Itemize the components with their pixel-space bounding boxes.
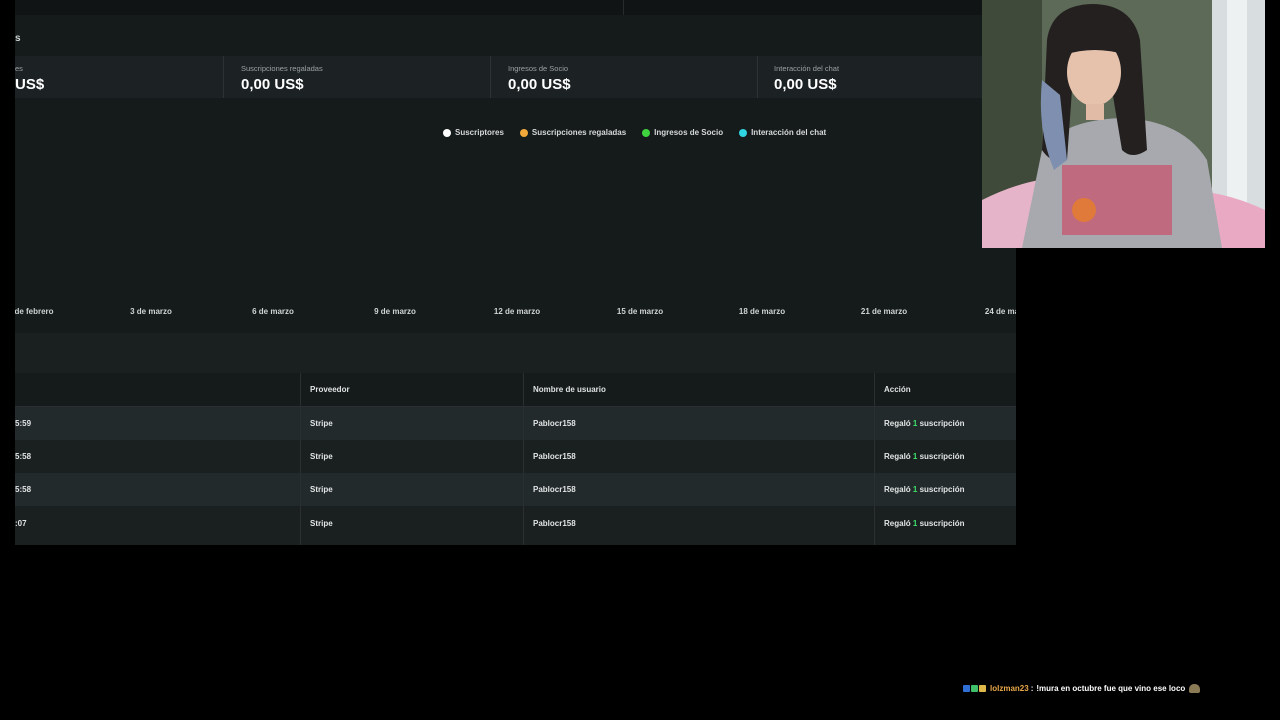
cell-provider: Stripe bbox=[310, 519, 333, 528]
stat-value: 0,00 US$ bbox=[241, 76, 304, 93]
cell-username[interactable]: Pablocr158 bbox=[533, 519, 576, 528]
revenue-dashboard: s es US$ Suscripciones regaladas 0,00 US… bbox=[15, 0, 1016, 545]
cell-time: 5:59 bbox=[15, 419, 32, 428]
x-tick-label: 3 de marzo bbox=[130, 307, 172, 316]
cell-provider: Stripe bbox=[310, 485, 333, 494]
legend-label: Suscripciones regaladas bbox=[531, 128, 627, 137]
section-title: s bbox=[15, 33, 21, 44]
stat-label: Ingresos de Socio bbox=[508, 64, 569, 73]
stats-summary-bar: es US$ Suscripciones regaladas 0,00 US$ … bbox=[15, 56, 1016, 98]
x-tick-label: de febrero bbox=[15, 307, 54, 316]
cell-action: Regaló 1 suscripción bbox=[884, 452, 965, 461]
stream-chat-message: lolzman23 : !mura en octubre fue que vin… bbox=[963, 684, 1201, 693]
chat-username[interactable]: lolzman23 bbox=[990, 684, 1029, 693]
legend-dot-icon bbox=[519, 128, 528, 137]
webcam-overlay bbox=[982, 0, 1265, 248]
badge-icon bbox=[971, 685, 978, 692]
action-verb: Regaló bbox=[884, 485, 911, 494]
cell-action: Regaló 1 suscripción bbox=[884, 419, 965, 428]
badge-icon bbox=[963, 685, 970, 692]
stat-value: 0,00 US$ bbox=[774, 76, 837, 93]
cell-action: Regaló 1 suscripción bbox=[884, 485, 965, 494]
action-count: 1 bbox=[912, 452, 918, 461]
x-tick-label: 6 de marzo bbox=[252, 307, 294, 316]
stat-value: US$ bbox=[15, 76, 45, 93]
webcam-feed-image bbox=[982, 0, 1265, 248]
snail-emote-icon bbox=[1189, 684, 1201, 693]
chart-legend: Suscriptores Suscripciones regaladas Ing… bbox=[443, 128, 842, 137]
legend-item-gifted[interactable]: Suscripciones regaladas bbox=[519, 128, 627, 137]
action-count: 1 bbox=[912, 485, 918, 494]
legend-item-subscribers[interactable]: Suscriptores bbox=[443, 128, 504, 137]
legend-label: Suscriptores bbox=[455, 128, 504, 137]
x-tick-label: 9 de marzo bbox=[374, 307, 416, 316]
x-tick-label: 15 de marzo bbox=[616, 307, 664, 316]
action-count: 1 bbox=[912, 519, 918, 528]
x-tick-label: 12 de marzo bbox=[493, 307, 541, 316]
column-divider bbox=[874, 373, 875, 545]
table-row[interactable]: :07 Stripe Pablocr158 Regaló 1 suscripci… bbox=[15, 507, 1016, 540]
stat-partner-revenue[interactable]: Ingresos de Socio 0,00 US$ bbox=[491, 56, 757, 98]
cell-username[interactable]: Pablocr158 bbox=[533, 485, 576, 494]
chat-separator: : bbox=[1030, 684, 1034, 693]
action-object: suscripción bbox=[919, 519, 965, 528]
column-divider bbox=[300, 373, 301, 545]
cell-provider: Stripe bbox=[310, 419, 333, 428]
action-object: suscripción bbox=[919, 485, 965, 494]
stat-label: es bbox=[15, 64, 23, 73]
legend-label: Ingresos de Socio bbox=[654, 128, 724, 137]
column-header-provider[interactable]: Proveedor bbox=[310, 385, 350, 394]
action-verb: Regaló bbox=[884, 452, 911, 461]
legend-dot-icon bbox=[443, 128, 451, 137]
divider bbox=[623, 0, 624, 15]
cell-time: 5:58 bbox=[15, 485, 32, 494]
action-count: 1 bbox=[912, 419, 918, 428]
action-verb: Regaló bbox=[884, 419, 911, 428]
cell-time: :07 bbox=[15, 519, 27, 528]
cell-action: Regaló 1 suscripción bbox=[884, 519, 965, 528]
action-object: suscripción bbox=[919, 419, 965, 428]
table-header: Proveedor Nombre de usuario Acción bbox=[15, 373, 1016, 407]
table-row[interactable]: 5:58 Stripe Pablocr158 Regaló 1 suscripc… bbox=[15, 440, 1016, 473]
cell-provider: Stripe bbox=[310, 452, 333, 461]
action-verb: Regaló bbox=[884, 519, 911, 528]
legend-item-partner[interactable]: Ingresos de Socio bbox=[642, 128, 723, 137]
stat-chat-interaction[interactable]: Interacción del chat 0,00 US$ bbox=[758, 56, 1016, 98]
badge-icon bbox=[979, 685, 986, 692]
stat-label: Interacción del chat bbox=[774, 64, 840, 73]
legend-label: Interacción del chat bbox=[751, 128, 827, 137]
dashboard-top-bar bbox=[15, 0, 1016, 15]
stat-subscriptions[interactable]: es US$ bbox=[15, 56, 223, 98]
legend-dot-icon bbox=[739, 128, 748, 137]
legend-item-chat[interactable]: Interacción del chat bbox=[739, 128, 826, 137]
stat-label: Suscripciones regaladas bbox=[241, 64, 323, 73]
transactions-table: Proveedor Nombre de usuario Acción 5:59 … bbox=[15, 333, 1016, 545]
cell-time: 5:58 bbox=[15, 452, 32, 461]
column-header-username[interactable]: Nombre de usuario bbox=[533, 385, 606, 394]
cell-username[interactable]: Pablocr158 bbox=[533, 452, 576, 461]
x-tick-label: 18 de marzo bbox=[738, 307, 786, 316]
stat-gifted-subscriptions[interactable]: Suscripciones regaladas 0,00 US$ bbox=[224, 56, 490, 98]
chat-message-text: !mura en octubre fue que vino ese loco bbox=[1036, 684, 1186, 693]
action-object: suscripción bbox=[919, 452, 965, 461]
stat-value: 0,00 US$ bbox=[508, 76, 571, 93]
column-header-action[interactable]: Acción bbox=[884, 385, 911, 394]
cell-username[interactable]: Pablocr158 bbox=[533, 419, 576, 428]
table-row[interactable]: 5:58 Stripe Pablocr158 Regaló 1 suscripc… bbox=[15, 473, 1016, 506]
x-tick-label: 24 de ma bbox=[984, 307, 1016, 316]
legend-dot-icon bbox=[642, 128, 651, 137]
column-divider bbox=[523, 373, 524, 545]
table-row[interactable]: 5:59 Stripe Pablocr158 Regaló 1 suscripc… bbox=[15, 407, 1016, 440]
x-tick-label: 21 de marzo bbox=[860, 307, 908, 316]
